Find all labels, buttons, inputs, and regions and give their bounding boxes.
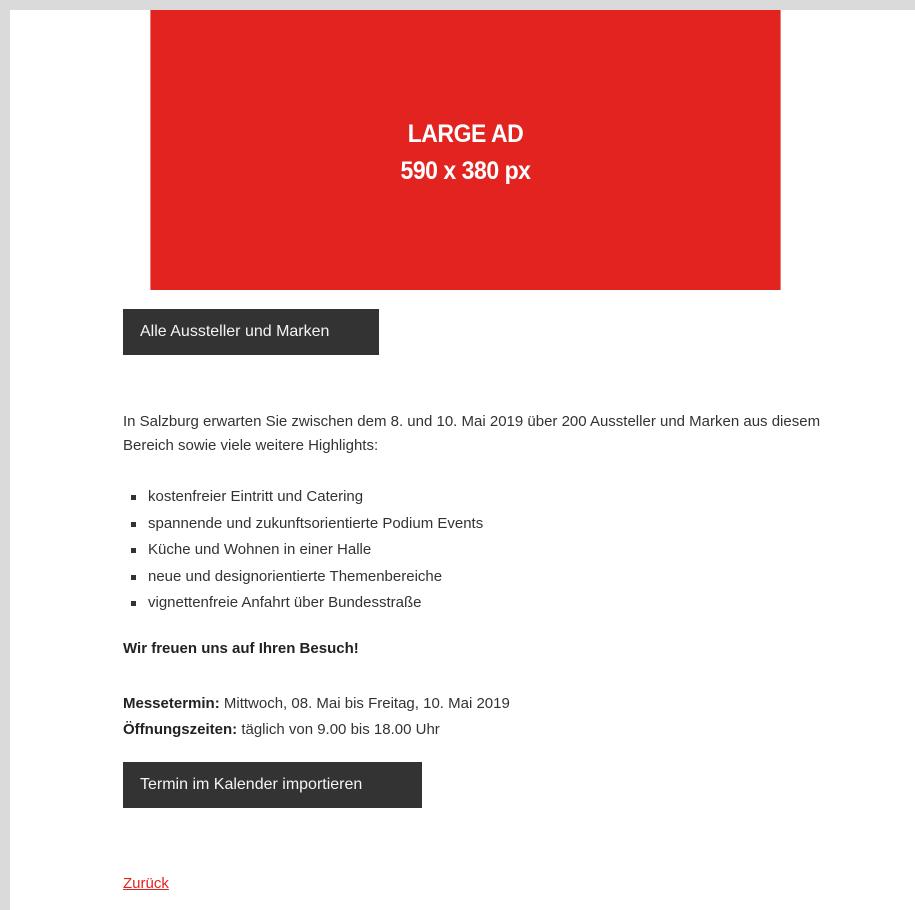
opening-hours-label: Öffnungszeiten:: [123, 721, 238, 738]
event-date-label: Messetermin:: [123, 695, 220, 712]
list-item: kostenfreier Eintritt und Catering: [123, 484, 483, 511]
event-date-row: Messetermin: Mittwoch, 08. Mai bis Freit…: [123, 691, 510, 717]
closing-text: Wir freuen uns auf Ihren Besuch!: [123, 640, 359, 657]
list-item: Küche und Wohnen in einer Halle: [123, 537, 483, 564]
event-details: Messetermin: Mittwoch, 08. Mai bis Freit…: [123, 691, 510, 743]
ad-text: LARGE AD 590 x 380 px: [400, 116, 530, 190]
opening-hours-row: Öffnungszeiten: täglich von 9.00 bis 18.…: [123, 717, 510, 743]
event-date-value: Mittwoch, 08. Mai bis Freitag, 10. Mai 2…: [223, 695, 510, 712]
event-detail-page: LARGE AD 590 x 380 px Alle Aussteller un…: [10, 10, 915, 910]
large-ad-banner[interactable]: LARGE AD 590 x 380 px: [150, 10, 781, 290]
ad-title: LARGE AD: [407, 120, 524, 148]
list-item: vignettenfreie Anfahrt über Bundesstraße: [123, 590, 483, 617]
list-item: spannende und zukunftsorientierte Podium…: [123, 511, 483, 538]
import-calendar-button[interactable]: Termin im Kalender importieren: [123, 762, 422, 808]
all-exhibitors-button[interactable]: Alle Aussteller und Marken: [123, 309, 379, 355]
ad-size: 590 x 380 px: [400, 157, 531, 185]
intro-text: In Salzburg erwarten Sie zwischen dem 8.…: [123, 413, 821, 454]
back-link[interactable]: Zurück: [123, 875, 169, 892]
list-item: neue und designorientierte Themenbereich…: [123, 564, 483, 591]
opening-hours-value: täglich von 9.00 bis 18.00 Uhr: [241, 721, 440, 738]
highlights-list: kostenfreier Eintritt und Catering spann…: [123, 484, 483, 617]
